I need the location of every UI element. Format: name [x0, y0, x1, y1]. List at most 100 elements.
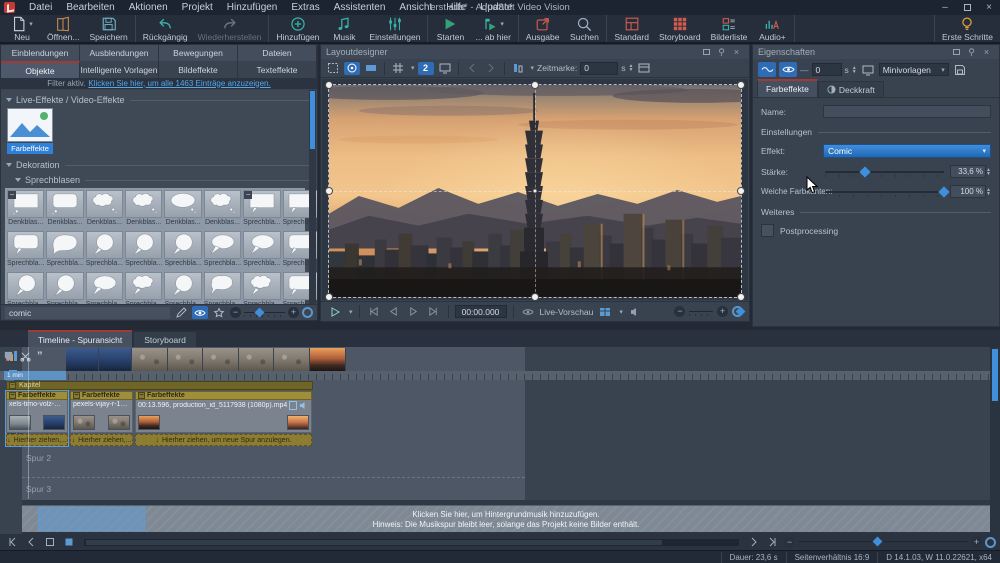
- step-forward-button[interactable]: [406, 305, 422, 318]
- bubble-item-23[interactable]: Sprechbla...: [242, 271, 281, 304]
- tab-intelligente-vorlagen[interactable]: Intelligente Vorlagen: [80, 61, 159, 78]
- bubble-item-20[interactable]: Sprechbla...: [124, 271, 163, 304]
- section-sprechblasen[interactable]: Sprechblasen: [15, 175, 312, 185]
- template-dropdown[interactable]: Minivorlagen▾: [879, 63, 949, 76]
- auto-duration-icon[interactable]: [758, 62, 776, 77]
- zoom-reset-button[interactable]: [302, 307, 313, 318]
- tab-bewegungen[interactable]: Bewegungen: [159, 45, 238, 61]
- bilderliste-button[interactable]: Bilderliste: [706, 15, 753, 42]
- playhead-line[interactable]: [28, 347, 29, 499]
- timeline-hscroll-thumb[interactable]: [86, 540, 662, 545]
- timeline-zoom-out-button[interactable]: −: [784, 537, 795, 548]
- thumbnail-zoom-slider[interactable]: [244, 308, 285, 318]
- snapshot-icon[interactable]: [636, 62, 652, 75]
- library-search-input[interactable]: [5, 307, 170, 319]
- collapse-block-icon[interactable]: −: [73, 392, 80, 399]
- layer-dropdown-caret[interactable]: ▾: [531, 64, 535, 72]
- bubble-item-21[interactable]: Sprechbla...: [163, 271, 202, 304]
- drag-hint-row[interactable]: ↓Hierher ziehen,...: [70, 434, 133, 446]
- ruler-range[interactable]: 1 min: [4, 371, 66, 380]
- section-live-effects[interactable]: Live-Effekte / Video-Effekte: [6, 95, 312, 105]
- timeline-zoom-in-button[interactable]: +: [971, 537, 982, 548]
- timeline-zoom-fit-button[interactable]: [985, 537, 996, 548]
- timeline-ruler[interactable]: 1 min: [0, 371, 990, 380]
- rückgängig-button[interactable]: Rückgängig: [138, 15, 193, 42]
- name-input[interactable]: [823, 105, 991, 118]
- canvas-zoom-in-button[interactable]: +: [717, 306, 728, 317]
- farbeffekte-item[interactable]: Farbeffekte: [7, 108, 53, 154]
- ab-hier-button[interactable]: ▾... ab hier: [470, 15, 515, 42]
- view-mode-grid-icon[interactable]: [597, 305, 613, 318]
- resize-handle-n[interactable]: [531, 81, 539, 89]
- audio-button[interactable]: Audio+: [752, 15, 792, 42]
- zeitmarke-spinner[interactable]: ▲▼: [628, 64, 633, 72]
- step-back-button[interactable]: [386, 305, 402, 318]
- bubble-item-18[interactable]: Sprechbla...: [45, 271, 84, 304]
- tab-objekte[interactable]: Objekte: [1, 61, 80, 78]
- layer-icon[interactable]: [510, 62, 526, 75]
- tab-timeline-spuransicht[interactable]: Timeline - Spuransicht: [28, 330, 132, 347]
- wiederherstellen-button[interactable]: Wiederherstellen: [193, 15, 267, 42]
- bubble-item-3[interactable]: Denkblas...: [85, 189, 124, 230]
- menu-aktionen[interactable]: Aktionen: [122, 0, 175, 15]
- properties-close-button[interactable]: ×: [979, 46, 994, 58]
- second-monitor-icon[interactable]: 2: [418, 62, 434, 75]
- bubble-item-13[interactable]: Sprechbla...: [163, 230, 202, 271]
- soft-edges-slider[interactable]: [825, 186, 944, 198]
- einstellungen-button[interactable]: Einstellungen: [364, 15, 425, 42]
- timeline-hscrollbar[interactable]: [84, 539, 739, 546]
- erste-schritte-button[interactable]: Erste Schritte: [937, 15, 998, 42]
- music-selection-block[interactable]: [38, 507, 145, 531]
- strength-spinner[interactable]: ▲▼: [986, 168, 991, 176]
- drag-hint-row[interactable]: ↓Hierher ziehen,...: [6, 434, 68, 446]
- tab-einblendungen[interactable]: Einblendungen: [1, 45, 80, 61]
- filter-reset-link[interactable]: Klicken Sie hier, um alle 1463 Einträge …: [88, 79, 270, 88]
- float-button[interactable]: [699, 46, 714, 58]
- menu-ansicht[interactable]: Ansicht: [392, 0, 439, 15]
- standard-button[interactable]: Standard: [609, 15, 654, 42]
- storyboard-button[interactable]: Storyboard: [654, 15, 706, 42]
- timeline-vscrollbar[interactable]: [990, 347, 1000, 534]
- menu-projekt[interactable]: Projekt: [175, 0, 220, 15]
- zoom-selection-button[interactable]: [42, 536, 58, 549]
- duration-spinner[interactable]: ▲▼: [852, 66, 857, 74]
- bubble-item-9[interactable]: Sprechbla...: [6, 230, 45, 271]
- properties-pin-button[interactable]: ⚲: [964, 46, 979, 58]
- play-preview-button[interactable]: [327, 305, 343, 318]
- speaker-icon[interactable]: [627, 305, 643, 318]
- section-dekoration[interactable]: Dekoration: [6, 160, 312, 170]
- canvas-zoom-out-button[interactable]: −: [674, 306, 685, 317]
- block-header[interactable]: −Farbeffekte: [6, 391, 68, 400]
- menu-assistenten[interactable]: Assistenten: [327, 0, 393, 15]
- dropdown-caret[interactable]: ▾: [500, 20, 504, 28]
- block-header[interactable]: −Farbeffekte: [135, 391, 312, 400]
- menu-bearbeiten[interactable]: Bearbeiten: [59, 0, 121, 15]
- speichern-button[interactable]: Speichern: [84, 15, 132, 42]
- block-body[interactable]: 00:13.596, production_id_5117938 (1080p)…: [135, 400, 312, 433]
- monitor-small-icon[interactable]: [860, 63, 876, 76]
- close-button[interactable]: ×: [978, 0, 1000, 15]
- timeline-filmstrip[interactable]: [66, 348, 346, 371]
- preview-eye-icon[interactable]: [192, 306, 208, 319]
- resize-handle-s[interactable]: [531, 293, 539, 301]
- bubble-item-15[interactable]: Sprechbla...: [242, 230, 281, 271]
- razor-scissors-icon[interactable]: [20, 351, 31, 362]
- zoom-out-button[interactable]: −: [230, 307, 241, 318]
- kapitel-track[interactable]: − Kapitel: [6, 381, 313, 390]
- zoom-in-button[interactable]: +: [288, 307, 299, 318]
- timeline-block-1[interactable]: −Farbeffektexels-timo-volz-65...↓Hierher…: [6, 391, 68, 446]
- tab-texteffekte[interactable]: Texteffekte: [238, 61, 317, 78]
- center-handle[interactable]: [533, 189, 538, 194]
- minimize-button[interactable]: –: [934, 0, 956, 15]
- save-template-icon[interactable]: [952, 63, 968, 76]
- playhead-marker[interactable]: [3, 351, 14, 362]
- layout-canvas[interactable]: [322, 79, 748, 300]
- pause-marks-icon[interactable]: ”: [37, 350, 43, 362]
- bubble-item-4[interactable]: Denkblas...: [124, 189, 163, 230]
- live-preview-toggle-icon[interactable]: [344, 62, 360, 75]
- edit-pencil-icon[interactable]: [173, 306, 189, 319]
- timeline-block-3[interactable]: −Farbeffekte00:13.596, production_id_511…: [135, 391, 312, 446]
- collapse-block-icon[interactable]: −: [9, 392, 16, 399]
- collapse-kapitel-icon[interactable]: −: [9, 382, 16, 389]
- soft-edges-spinner[interactable]: ▲▼: [986, 188, 991, 196]
